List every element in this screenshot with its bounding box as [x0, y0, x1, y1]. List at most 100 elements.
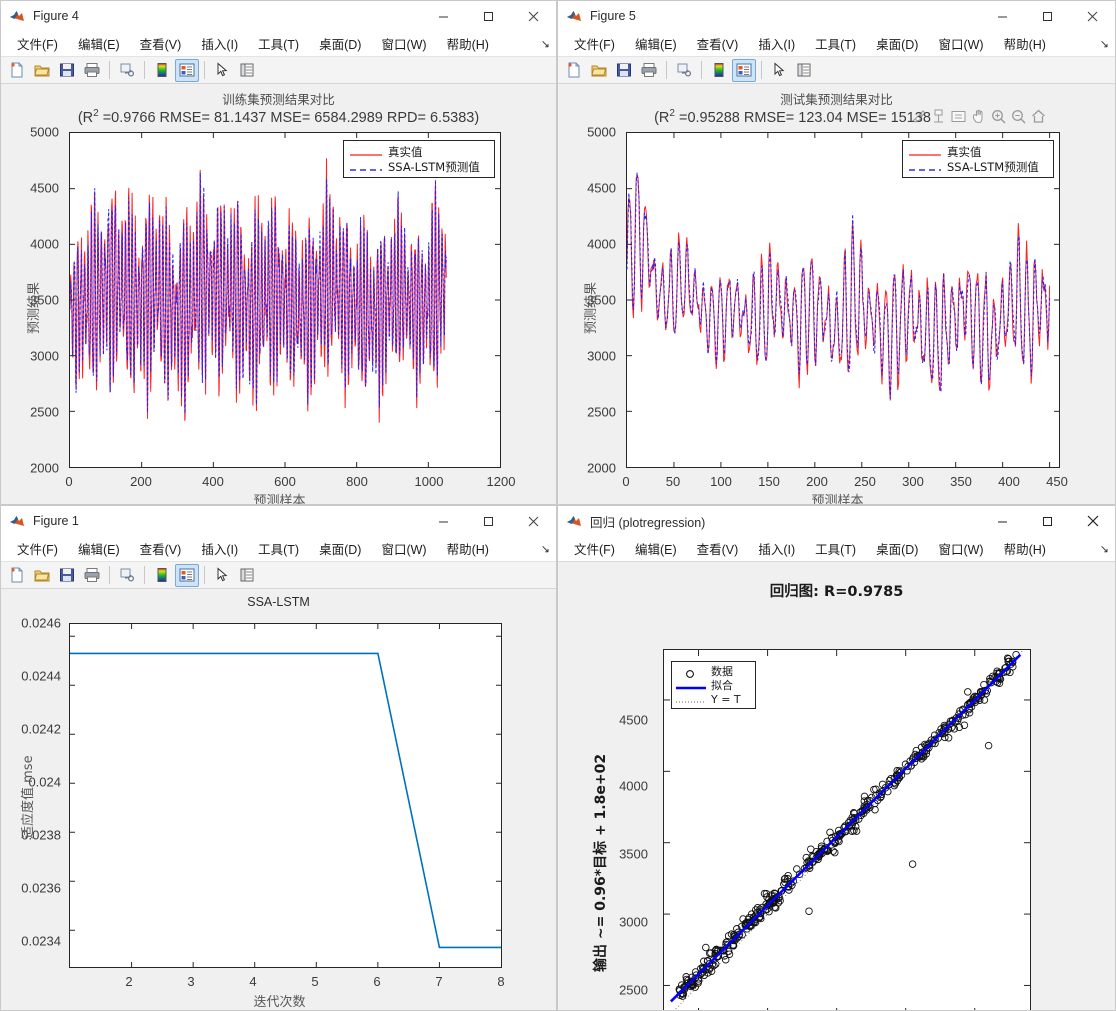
- menubar-regression[interactable]: 文件(F) 编辑(E) 查看(V) 插入(I) 工具(T) 桌面(D) 窗口(W…: [558, 536, 1115, 562]
- zoom-out-icon[interactable]: [1010, 108, 1027, 125]
- toolbar-figure-5[interactable]: [558, 57, 1115, 84]
- menu-tools[interactable]: 工具(T): [248, 32, 309, 55]
- legend-regression[interactable]: 数据 拟合 Y = T: [671, 661, 756, 709]
- minimize-button[interactable]: [980, 1, 1025, 31]
- menu-edit[interactable]: 编辑(E): [625, 32, 687, 55]
- menu-window[interactable]: 窗口(W): [928, 32, 993, 55]
- window-figure-1[interactable]: Figure 1 文件(F) 编辑(E) 查看(V) 插入(I) 工具(T) 桌…: [0, 505, 557, 1011]
- menu-desktop[interactable]: 桌面(D): [309, 537, 371, 560]
- axes-figure-1[interactable]: [69, 623, 502, 968]
- menu-overflow-icon[interactable]: ↘: [1100, 37, 1109, 50]
- plot-browser-icon[interactable]: [792, 59, 816, 82]
- toolbar-figure-1[interactable]: [1, 562, 556, 589]
- axes-toolbar-figure-5[interactable]: [910, 108, 1047, 125]
- menubar-figure-1[interactable]: 文件(F) 编辑(E) 查看(V) 插入(I) 工具(T) 桌面(D) 窗口(W…: [1, 536, 556, 562]
- menu-window[interactable]: 窗口(W): [371, 32, 436, 55]
- edit-pointer-icon[interactable]: [767, 59, 791, 82]
- toolbar-figure-4[interactable]: [1, 57, 556, 84]
- window-figure-4[interactable]: Figure 4 文件(F) 编辑(E) 查看(V) 插入(I) 工具(T) 桌…: [0, 0, 557, 505]
- open-file-icon[interactable]: [30, 564, 54, 587]
- insert-legend-icon[interactable]: [175, 58, 199, 82]
- axes-figure-4[interactable]: [69, 132, 501, 468]
- edit-pointer-icon[interactable]: [210, 564, 234, 587]
- new-figure-icon[interactable]: [5, 59, 29, 82]
- insert-colorbar-icon[interactable]: [150, 564, 174, 587]
- menu-view[interactable]: 查看(V): [687, 537, 749, 560]
- menubar-figure-5[interactable]: 文件(F) 编辑(E) 查看(V) 插入(I) 工具(T) 桌面(D) 窗口(W…: [558, 31, 1115, 57]
- menu-tools[interactable]: 工具(T): [805, 32, 866, 55]
- menu-insert[interactable]: 插入(I): [748, 537, 805, 560]
- minimize-button[interactable]: [421, 506, 466, 536]
- menu-view[interactable]: 查看(V): [130, 537, 192, 560]
- menu-window[interactable]: 窗口(W): [928, 537, 993, 560]
- insert-colorbar-icon[interactable]: [707, 59, 731, 82]
- menu-window[interactable]: 窗口(W): [371, 537, 436, 560]
- legend-figure-5[interactable]: 真实值 SSA-LSTM预测值: [902, 140, 1054, 178]
- window-regression[interactable]: 回归 (plotregression) 文件(F) 编辑(E) 查看(V) 插入…: [557, 505, 1116, 1011]
- maximize-button[interactable]: [1025, 506, 1070, 536]
- menu-view[interactable]: 查看(V): [687, 32, 749, 55]
- menu-file[interactable]: 文件(F): [7, 32, 68, 55]
- menu-edit[interactable]: 编辑(E): [68, 32, 130, 55]
- window-figure-5[interactable]: Figure 5 文件(F) 编辑(E) 查看(V) 插入(I) 工具(T) 桌…: [557, 0, 1116, 505]
- brush-data-icon[interactable]: [910, 108, 927, 125]
- new-figure-icon[interactable]: [562, 59, 586, 82]
- menu-insert[interactable]: 插入(I): [191, 32, 248, 55]
- save-figure-icon[interactable]: [55, 59, 79, 82]
- menu-help[interactable]: 帮助(H): [437, 537, 499, 560]
- menu-insert[interactable]: 插入(I): [748, 32, 805, 55]
- menu-file[interactable]: 文件(F): [7, 537, 68, 560]
- legend-toggle-icon[interactable]: [950, 108, 967, 125]
- menu-desktop[interactable]: 桌面(D): [866, 537, 928, 560]
- menu-overflow-icon[interactable]: ↘: [541, 542, 550, 555]
- data-tip-icon[interactable]: [930, 108, 947, 125]
- menu-view[interactable]: 查看(V): [130, 32, 192, 55]
- axes-figure-5[interactable]: [626, 132, 1060, 468]
- pan-icon[interactable]: [970, 108, 987, 125]
- save-figure-icon[interactable]: [55, 564, 79, 587]
- maximize-button[interactable]: [466, 1, 511, 31]
- new-figure-icon[interactable]: [5, 564, 29, 587]
- menu-help[interactable]: 帮助(H): [437, 32, 499, 55]
- menu-edit[interactable]: 编辑(E): [68, 537, 130, 560]
- maximize-button[interactable]: [466, 506, 511, 536]
- insert-colorbar-icon[interactable]: [150, 59, 174, 82]
- minimize-button[interactable]: [980, 506, 1025, 536]
- zoom-in-icon[interactable]: [990, 108, 1007, 125]
- menu-file[interactable]: 文件(F): [564, 537, 625, 560]
- close-button[interactable]: [511, 1, 556, 31]
- menu-help[interactable]: 帮助(H): [994, 537, 1056, 560]
- open-file-icon[interactable]: [30, 59, 54, 82]
- plot-browser-icon[interactable]: [235, 59, 259, 82]
- close-button[interactable]: [1070, 1, 1115, 31]
- insert-legend-icon[interactable]: [175, 563, 199, 587]
- menu-overflow-icon[interactable]: ↘: [1100, 542, 1109, 555]
- close-button[interactable]: [1070, 506, 1115, 536]
- link-plot-icon[interactable]: [672, 59, 696, 82]
- link-plot-icon[interactable]: [115, 564, 139, 587]
- close-button[interactable]: [511, 506, 556, 536]
- restore-view-icon[interactable]: [1030, 108, 1047, 125]
- print-figure-icon[interactable]: [637, 59, 661, 82]
- link-plot-icon[interactable]: [115, 59, 139, 82]
- menubar-figure-4[interactable]: 文件(F) 编辑(E) 查看(V) 插入(I) 工具(T) 桌面(D) 窗口(W…: [1, 31, 556, 57]
- print-figure-icon[interactable]: [80, 564, 104, 587]
- menu-tools[interactable]: 工具(T): [805, 537, 866, 560]
- menu-desktop[interactable]: 桌面(D): [866, 32, 928, 55]
- menu-desktop[interactable]: 桌面(D): [309, 32, 371, 55]
- menu-insert[interactable]: 插入(I): [191, 537, 248, 560]
- menu-overflow-icon[interactable]: ↘: [541, 37, 550, 50]
- maximize-button[interactable]: [1025, 1, 1070, 31]
- menu-tools[interactable]: 工具(T): [248, 537, 309, 560]
- open-file-icon[interactable]: [587, 59, 611, 82]
- menu-help[interactable]: 帮助(H): [994, 32, 1056, 55]
- insert-legend-icon[interactable]: [732, 58, 756, 82]
- menu-file[interactable]: 文件(F): [564, 32, 625, 55]
- menu-edit[interactable]: 编辑(E): [625, 537, 687, 560]
- print-figure-icon[interactable]: [80, 59, 104, 82]
- minimize-button[interactable]: [421, 1, 466, 31]
- legend-figure-4[interactable]: 真实值 SSA-LSTM预测值: [343, 140, 495, 178]
- edit-pointer-icon[interactable]: [210, 59, 234, 82]
- save-figure-icon[interactable]: [612, 59, 636, 82]
- plot-browser-icon[interactable]: [235, 564, 259, 587]
